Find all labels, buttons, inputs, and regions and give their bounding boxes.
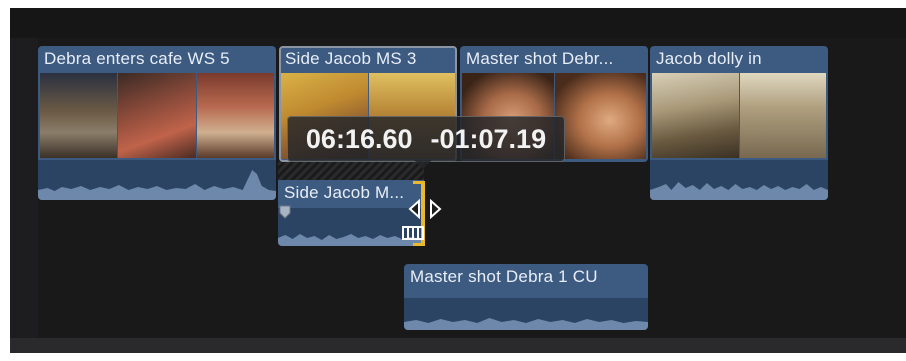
audio-waveform xyxy=(650,160,828,200)
clip-title: Debra enters cafe WS 5 xyxy=(44,49,230,68)
clip-title: Side Jacob M... xyxy=(284,183,405,202)
clip-title: Side Jacob MS 3 xyxy=(285,49,417,68)
thumbnail-image xyxy=(118,73,196,158)
thumbnail-image xyxy=(739,73,826,158)
clip-title: Master shot Debra 1 CU xyxy=(410,267,598,286)
trim-gap-indicator xyxy=(278,162,424,180)
thumbnail-image xyxy=(652,73,739,158)
clip-title: Jacob dolly in xyxy=(656,49,762,68)
tooltip-caret xyxy=(414,160,432,169)
roll-edit-icon xyxy=(402,226,424,240)
trim-handle-top xyxy=(413,181,425,184)
trim-timecode-tooltip: 06:16.60 -01:07.19 xyxy=(287,116,565,162)
thumbnail-image xyxy=(196,73,274,158)
thumbnail-image xyxy=(40,73,118,158)
timeline-bottom-bar xyxy=(10,338,906,353)
clip-debra-enters-cafe[interactable]: Debra enters cafe WS 5 xyxy=(38,46,276,200)
timecode-delta: -01:07.19 xyxy=(430,123,547,154)
clip-filmstrip xyxy=(40,73,274,158)
audio-waveform xyxy=(404,298,648,330)
clip-title: Master shot Debr... xyxy=(466,49,614,68)
clip-filmstrip xyxy=(652,73,826,158)
timecode-position: 06:16.60 xyxy=(305,123,413,154)
clip-jacob-dolly-in[interactable]: Jacob dolly in xyxy=(650,46,828,200)
thumbnail-image xyxy=(554,73,646,159)
clip-master-shot-debra-1-cu[interactable]: Master shot Debra 1 CU xyxy=(404,264,648,330)
timeline-ruler[interactable] xyxy=(10,8,906,38)
audio-waveform xyxy=(38,160,276,200)
trim-handle-bottom xyxy=(413,243,425,246)
marker-icon[interactable] xyxy=(279,205,291,219)
trim-cursor-icon xyxy=(408,198,442,220)
